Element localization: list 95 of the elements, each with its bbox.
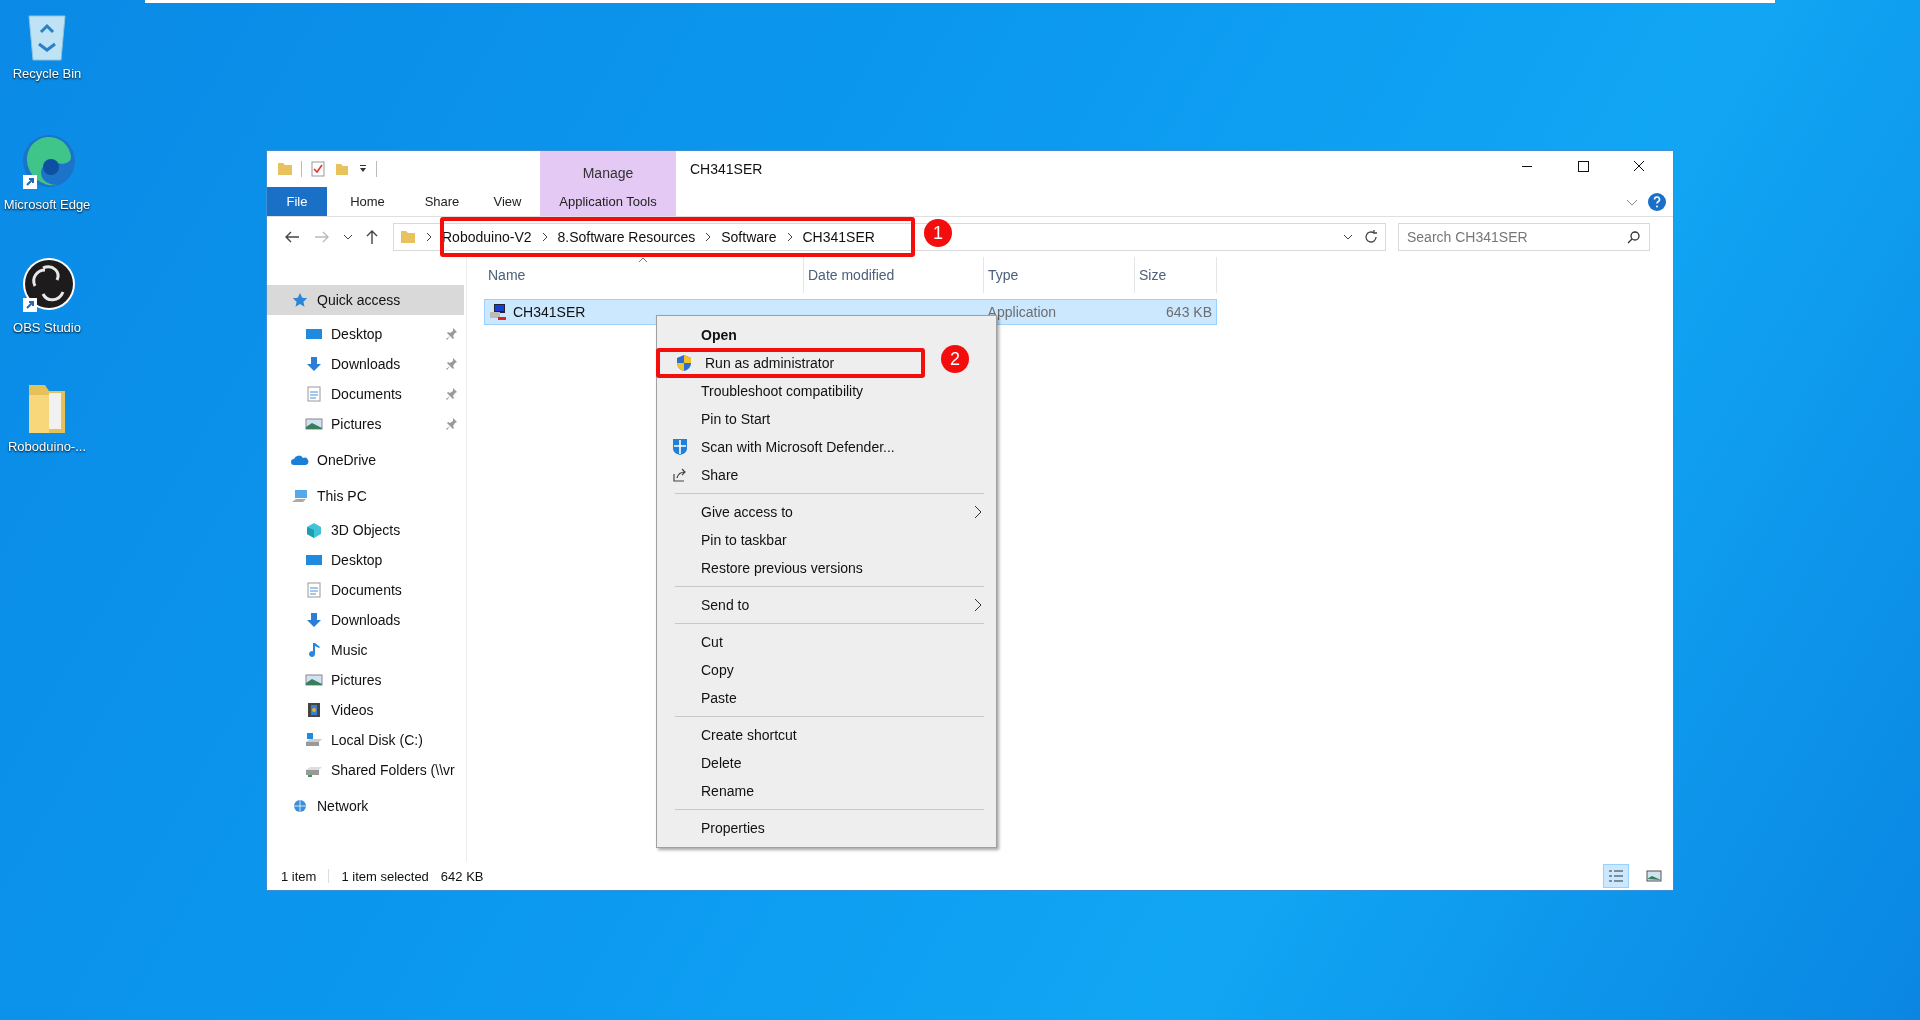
menu-item[interactable]: Share — [659, 461, 994, 489]
nav-icon — [305, 326, 323, 342]
menu-item[interactable]: Properties — [659, 814, 994, 842]
defender-shield-icon — [672, 438, 688, 456]
pin-icon[interactable] — [446, 417, 458, 431]
nav-item[interactable]: Downloads — [267, 605, 464, 635]
nav-item[interactable]: Network — [267, 791, 464, 821]
dropdown-icon[interactable] — [1342, 232, 1354, 242]
desktop-icon-label[interactable]: OBS Studio — [13, 320, 81, 337]
nav-icon — [305, 416, 323, 432]
pin-icon[interactable] — [446, 327, 458, 341]
menu-item[interactable]: Run as administrator — [656, 348, 925, 378]
nav-item[interactable]: Desktop — [267, 319, 464, 349]
nav-item[interactable]: Documents — [267, 379, 464, 409]
window-title: CH341SER — [689, 160, 763, 179]
nav-item[interactable]: Pictures — [267, 665, 464, 695]
menu-item[interactable]: Cut — [659, 628, 994, 656]
nav-item[interactable]: Desktop — [267, 545, 464, 575]
share-icon — [672, 467, 688, 483]
desktop-icon-label[interactable]: Microsoft Edge — [3, 197, 91, 214]
chevron-right-icon[interactable] — [785, 232, 794, 242]
menu-item[interactable]: Scan with Microsoft Defender... — [659, 433, 994, 461]
details-view-button[interactable] — [1603, 864, 1629, 888]
menu-item[interactable]: Send to — [659, 591, 994, 619]
recent-locations-icon[interactable] — [343, 232, 353, 242]
menu-item[interactable]: Delete — [659, 749, 994, 777]
nav-icon — [291, 292, 309, 308]
chevron-right-icon[interactable] — [540, 232, 549, 242]
nav-item[interactable]: 3D Objects — [267, 515, 464, 545]
nav-icon — [305, 702, 323, 718]
breadcrumb[interactable]: Roboduino-V2 — [442, 229, 532, 245]
nav-icon — [305, 552, 323, 568]
chevron-right-icon[interactable] — [425, 232, 433, 242]
breadcrumb[interactable]: 8.Software Resources — [557, 229, 696, 245]
menu-item[interactable]: Paste — [659, 684, 994, 712]
ribbon-tab[interactable]: Application Tools — [540, 187, 676, 216]
nav-item[interactable]: Quick access — [267, 285, 464, 315]
up-icon[interactable] — [365, 229, 379, 245]
nav-item[interactable]: Videos — [267, 695, 464, 725]
menu-item[interactable]: Give access to — [659, 498, 994, 526]
pin-icon[interactable] — [446, 387, 458, 401]
nav-icon — [291, 798, 309, 814]
menu-item[interactable]: Troubleshoot compatibility — [659, 377, 994, 405]
menu-item[interactable]: Pin to taskbar — [659, 526, 994, 554]
nav-icon — [305, 356, 323, 372]
nav-item[interactable]: This PC — [267, 481, 464, 511]
menu-item[interactable]: Restore previous versions — [659, 554, 994, 582]
menu-item[interactable]: Pin to Start — [659, 405, 994, 433]
selection-count: 1 item selected — [341, 868, 429, 884]
breadcrumb[interactable]: Software — [721, 229, 777, 245]
nav-icon — [305, 522, 323, 538]
column-header[interactable]: Type — [984, 257, 1135, 293]
nav-icon — [305, 612, 323, 628]
selection-size: 642 KB — [440, 868, 484, 884]
nav-icon — [305, 672, 323, 688]
context-group-label: Manage — [540, 151, 676, 187]
column-header[interactable]: Size — [1135, 257, 1217, 293]
shield-icon — [676, 354, 692, 372]
desktop-icon-label[interactable]: Recycle Bin — [12, 66, 82, 83]
nav-icon — [291, 488, 309, 504]
menu-item[interactable]: Create shortcut — [659, 721, 994, 749]
nav-item[interactable]: OneDrive — [267, 445, 464, 475]
column-header[interactable]: Date modified — [804, 257, 984, 293]
nav-icon — [305, 386, 323, 402]
refresh-icon[interactable] — [1363, 229, 1379, 245]
nav-item[interactable]: Pictures — [267, 409, 464, 439]
nav-item[interactable]: Shared Folders (\\vr — [267, 755, 464, 785]
list-icon — [1608, 869, 1624, 883]
nav-item[interactable]: Documents — [267, 575, 464, 605]
column-header[interactable]: Name — [484, 257, 804, 293]
item-count: 1 item — [281, 868, 317, 884]
breadcrumb[interactable]: CH341SER — [802, 229, 875, 245]
application-icon — [489, 303, 507, 321]
folder-icon — [400, 229, 416, 245]
folder-icon — [277, 161, 293, 177]
image-icon — [1646, 869, 1662, 883]
file-size: 643 KB — [1165, 304, 1213, 320]
search-field[interactable]: Search CH341SER — [1398, 223, 1650, 251]
nav-item[interactable]: Music — [267, 635, 464, 665]
nav-item[interactable]: Downloads — [267, 349, 464, 379]
nav-item[interactable]: Local Disk (C:) — [267, 725, 464, 755]
back-icon[interactable] — [283, 229, 301, 245]
search-icon — [1627, 230, 1641, 244]
ribbon-tab[interactable]: File — [267, 187, 327, 216]
file-name: CH341SER — [513, 304, 586, 320]
chevron-right-icon[interactable] — [704, 232, 713, 242]
nav-icon — [305, 582, 323, 598]
properties-icon[interactable] — [310, 161, 326, 177]
dropdown-icon[interactable] — [358, 164, 368, 174]
nav-icon — [305, 732, 323, 748]
pin-icon[interactable] — [446, 357, 458, 371]
help-icon[interactable] — [1647, 191, 1667, 212]
menu-item[interactable]: Copy — [659, 656, 994, 684]
file-type: Application — [986, 304, 1058, 320]
menu-item[interactable]: Rename — [659, 777, 994, 805]
